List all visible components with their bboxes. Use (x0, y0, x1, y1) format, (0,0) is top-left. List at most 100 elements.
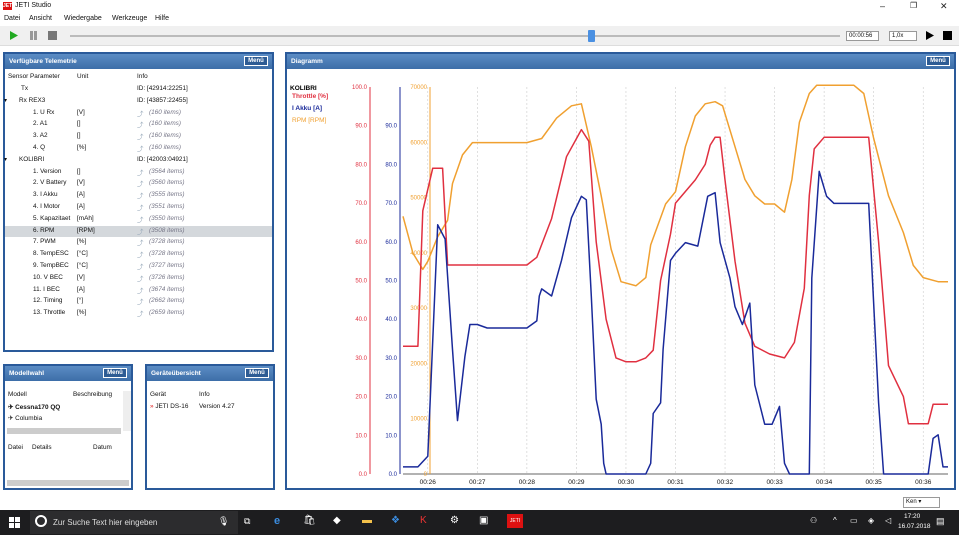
folder-icon[interactable]: ▬ (362, 515, 372, 526)
clock-date[interactable]: 16.07.2018 (898, 523, 931, 530)
chart-line-icon: ⤴ (137, 264, 144, 271)
telemetry-chart: 00:26 00:27 00:28 00:29 00:30 00:31 00:32 00:33… (290, 84, 948, 486)
pause-icon[interactable] (28, 30, 39, 41)
telemetry-param: 9. TempBEC (33, 262, 69, 269)
menu-datei[interactable]: Datei (4, 15, 20, 22)
telemetry-param: 4. Q (33, 144, 46, 151)
telemetry-param: Rx REX3 (19, 96, 46, 104)
files-hscrollbar[interactable] (7, 480, 129, 486)
chevron-up-icon[interactable]: ^ (833, 516, 837, 525)
legend-header: KOLIBRI (290, 85, 317, 92)
chart-line-icon: ⤴ (137, 110, 144, 118)
telemetry-info: (3555 items) (149, 191, 185, 199)
timeline-slider[interactable] (70, 35, 840, 37)
model-item[interactable]: ✈ Columbia (8, 414, 42, 422)
col-geraet: Gerät (150, 391, 166, 398)
model-menu-button[interactable]: Menü (103, 368, 127, 378)
telemetry-unit: [°C] (77, 262, 88, 269)
telemetry-info: (3551 items) (149, 203, 185, 210)
time-field[interactable]: 00:00:56 (846, 31, 879, 41)
x-tick-label: 00:30 (618, 479, 635, 486)
battery-icon[interactable]: ▭ (850, 516, 858, 525)
telemetry-unit: [%] (77, 309, 87, 317)
microphone-icon[interactable]: 🎙 (218, 516, 229, 527)
telemetry-info: (160 items) (149, 108, 181, 116)
windows-start-icon[interactable] (9, 517, 20, 528)
telemetry-info: ID: [42003:04921] (137, 155, 188, 163)
close-icon[interactable]: ✕ (940, 1, 948, 12)
telemetry-info: (3560 items) (149, 179, 185, 187)
telemetry-menu-button[interactable]: Menü (244, 56, 268, 66)
telemetry-param: 3. A2 (33, 132, 48, 140)
model-scrollbar[interactable] (123, 391, 131, 431)
telemetry-unit: [°C] (77, 250, 88, 258)
telemetry-list: Sensor Parameter Unit Info Tx ID: [42914:… (4, 69, 272, 349)
kaspersky-icon[interactable]: K (420, 515, 427, 526)
diagram-menu-button[interactable]: Menü (926, 56, 950, 66)
minimize-icon[interactable]: – (880, 1, 885, 11)
telemetry-unit: [%] (77, 238, 87, 246)
play-forward-icon[interactable] (924, 30, 935, 41)
timeline-thumb[interactable] (588, 30, 595, 42)
model-hscrollbar[interactable] (7, 428, 121, 434)
model-title: Modellwahl (9, 370, 45, 377)
telemetry-param: 7. PWM (33, 238, 56, 246)
telemetry-unit: [V] (77, 108, 85, 116)
col-sensor-parameter: Sensor Parameter (8, 73, 60, 80)
zoom-select[interactable]: Ken ▾ (903, 497, 940, 508)
telemetry-info: (3728 items) (149, 238, 185, 246)
taskbar-search[interactable]: Zur Suche Text hier eingeben 🎙 (30, 511, 238, 534)
iakku-tick-label: 20.0 (385, 395, 397, 401)
telemetry-param: 13. Throttle (33, 309, 66, 317)
menu-werkzeuge[interactable]: Werkzeuge (112, 15, 147, 22)
menu-ansicht[interactable]: Ansicht (29, 15, 52, 22)
telemetry-info: (160 items) (149, 132, 181, 140)
throttle-tick-label: 100.0 (352, 85, 368, 91)
network-icon[interactable]: ◈ (868, 516, 874, 525)
menu-wiedergabe[interactable]: Wiedergabe (64, 15, 102, 22)
throttle-tick-label: 10.0 (355, 433, 367, 439)
app2-icon[interactable]: ▣ (479, 515, 488, 526)
menu-hilfe[interactable]: Hilfe (155, 15, 169, 22)
task-view-icon[interactable]: ⧉ (244, 516, 250, 527)
model-item[interactable]: ✈ Cessna170 QQ (8, 403, 60, 411)
stop-icon[interactable] (47, 30, 58, 41)
device-row[interactable]: » JETI DS-16 (150, 403, 188, 410)
speed-select[interactable]: 1,0x (889, 31, 917, 41)
rpm-tick-label: 20000 (410, 361, 427, 367)
telemetry-info: (3728 items) (149, 250, 185, 258)
edge-icon[interactable]: e (274, 515, 280, 527)
telemetry-param: 1. Version (33, 167, 62, 175)
app-icon[interactable]: ◆ (333, 515, 341, 526)
model-panel: Modellwahl Menü Modell Beschreibung ✈ Ces… (3, 364, 133, 490)
chart-line-icon: ⤴ (137, 146, 144, 153)
expand-chevron-icon[interactable]: ▾ (4, 156, 7, 163)
chart-line-icon: ⤴ (137, 205, 144, 212)
jeti-studio-taskbar-icon[interactable]: JETI (507, 514, 523, 528)
settings-gear-icon[interactable]: ⚙ (450, 515, 459, 526)
device-menu-button[interactable]: Menü (245, 368, 269, 378)
telemetry-unit: [RPM] (77, 226, 95, 234)
telemetry-unit: [A] (77, 285, 85, 293)
chart-line-icon: ⤴ (137, 299, 144, 307)
iakku-tick-label: 10.0 (385, 433, 397, 439)
stop-black-icon[interactable] (942, 30, 953, 41)
telemetry-param: 10. V BEC (33, 273, 63, 281)
model-header: Modellwahl Menü (5, 366, 131, 381)
device-version: Version 4.27 (199, 403, 235, 410)
store-icon[interactable]: 🛍 (303, 515, 316, 526)
search-placeholder: Zur Suche Text hier eingeben (53, 518, 158, 527)
title-bar: JETI JETI Studio – ❐ ✕ (0, 0, 959, 13)
col-info: Info (137, 73, 148, 80)
play-icon[interactable] (8, 30, 19, 41)
clock-time[interactable]: 17:20 (904, 513, 920, 520)
volume-icon[interactable]: ◁ (885, 516, 891, 525)
notification-icon[interactable]: ▤ (936, 516, 945, 527)
throttle-tick-label: 80.0 (355, 162, 367, 168)
restore-icon[interactable]: ❐ (910, 1, 917, 10)
dropbox-icon[interactable]: ❖ (391, 515, 400, 526)
col-unit: Unit (77, 73, 89, 80)
people-icon[interactable]: ⚇ (810, 516, 817, 525)
expand-chevron-icon[interactable]: ▾ (4, 97, 7, 104)
chart-line-icon: ⤴ (137, 240, 144, 248)
